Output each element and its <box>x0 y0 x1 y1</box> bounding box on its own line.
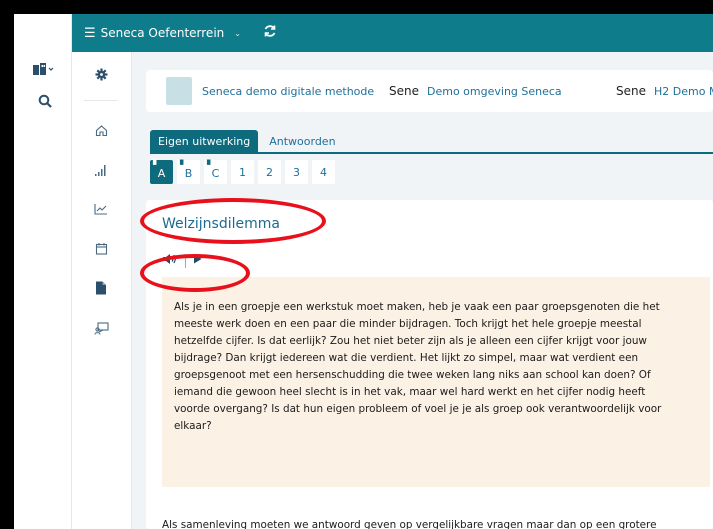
bookmark-icon: ▘ <box>207 161 214 171</box>
top-bar: ☰ Seneca Oefenterrein ⌄ <box>72 14 713 52</box>
audio-player <box>162 253 202 268</box>
environment-menu-label: Seneca Oefenterrein <box>100 26 225 40</box>
question-button-4[interactable]: 4 <box>312 160 335 184</box>
method-card[interactable]: Sene H2 Demo M <box>616 76 713 106</box>
text-line: bijdrage? Dan krijgt iedereen wat die ve… <box>174 352 639 364</box>
line-chart-icon[interactable] <box>91 203 111 219</box>
text-line: hetzelfde cijfer. Is dat eerlijk? Zou he… <box>174 335 647 347</box>
buildings-icon[interactable] <box>28 62 58 80</box>
app-window: ☰ Seneca Oefenterrein ⌄ Seneca demo digi… <box>14 14 713 529</box>
tab-antwoorden[interactable]: Antwoorden <box>261 130 343 153</box>
document-icon[interactable] <box>91 281 111 299</box>
question-button-c[interactable]: ▘ C <box>204 160 227 184</box>
dilemma-text-box: Als je in een groepje een werkstuk moet … <box>162 277 710 487</box>
question-nav: ▘ A ▘ B ▘ C 1 2 3 4 <box>150 160 335 184</box>
text-line: meeste werk doen en een paar die minder … <box>174 318 642 330</box>
calendar-icon[interactable] <box>91 242 111 259</box>
speaker-icon[interactable] <box>162 253 177 268</box>
tab-underline <box>150 152 713 154</box>
question-button-1[interactable]: 1 <box>231 160 254 184</box>
content-card: Welzijnsdilemma Als je in een groepje ee… <box>146 200 713 529</box>
gear-icon[interactable] <box>91 68 111 85</box>
audio-divider <box>185 253 186 268</box>
method-card[interactable]: Seneca demo digitale methode <box>166 76 374 106</box>
refresh-icon[interactable] <box>263 24 277 42</box>
bookmark-icon: ▘ <box>180 161 187 171</box>
page-title: Welzijnsdilemma <box>162 216 280 232</box>
method-switcher: Seneca demo digitale methode Sene Demo o… <box>146 70 713 112</box>
method-label: Demo omgeving Seneca <box>427 84 562 98</box>
method-label: Seneca demo digitale methode <box>202 84 375 98</box>
bookmark-icon: ▘ <box>153 161 160 171</box>
play-icon[interactable] <box>193 254 202 267</box>
hamburger-icon[interactable]: ☰ <box>84 26 96 41</box>
method-thumbnail <box>166 77 192 105</box>
environment-menu[interactable]: ☰ Seneca Oefenterrein ⌄ <box>84 26 241 41</box>
text-line: voorde overgang? Is dat hun eigen proble… <box>174 403 662 415</box>
home-icon[interactable] <box>91 124 111 141</box>
tab-eigen-uitwerking[interactable]: Eigen uitwerking <box>150 130 259 153</box>
main-content: Seneca demo digitale methode Sene Demo o… <box>132 52 713 529</box>
question-button-b[interactable]: ▘ B <box>177 160 200 184</box>
tab-bar: Eigen uitwerking Antwoorden <box>150 130 344 153</box>
method-logo: Sene <box>616 84 646 98</box>
text-line: iemand die gewoon heel slecht is in het … <box>174 386 646 398</box>
body-paragraph: Als samenleving moeten we antwoord geven… <box>162 519 657 529</box>
method-label: H2 Demo M <box>654 84 713 98</box>
search-icon[interactable] <box>34 94 56 112</box>
rail-divider <box>84 100 118 101</box>
text-line: groepsgenoot met een hersenschudding die… <box>174 369 651 381</box>
question-button-3[interactable]: 3 <box>285 160 308 184</box>
question-button-2[interactable]: 2 <box>258 160 281 184</box>
bar-chart-icon[interactable] <box>91 164 111 180</box>
question-button-a[interactable]: ▘ A <box>150 160 173 184</box>
method-logo: Sene <box>389 84 419 98</box>
method-card[interactable]: Sene Demo omgeving Seneca <box>389 76 562 106</box>
primary-rail <box>14 14 72 529</box>
presentation-icon[interactable] <box>91 322 111 339</box>
chevron-down-icon: ⌄ <box>234 28 241 38</box>
text-line: Als je in een groepje een werkstuk moet … <box>174 301 660 313</box>
text-line: elkaar? <box>174 420 212 432</box>
secondary-rail <box>72 52 132 529</box>
